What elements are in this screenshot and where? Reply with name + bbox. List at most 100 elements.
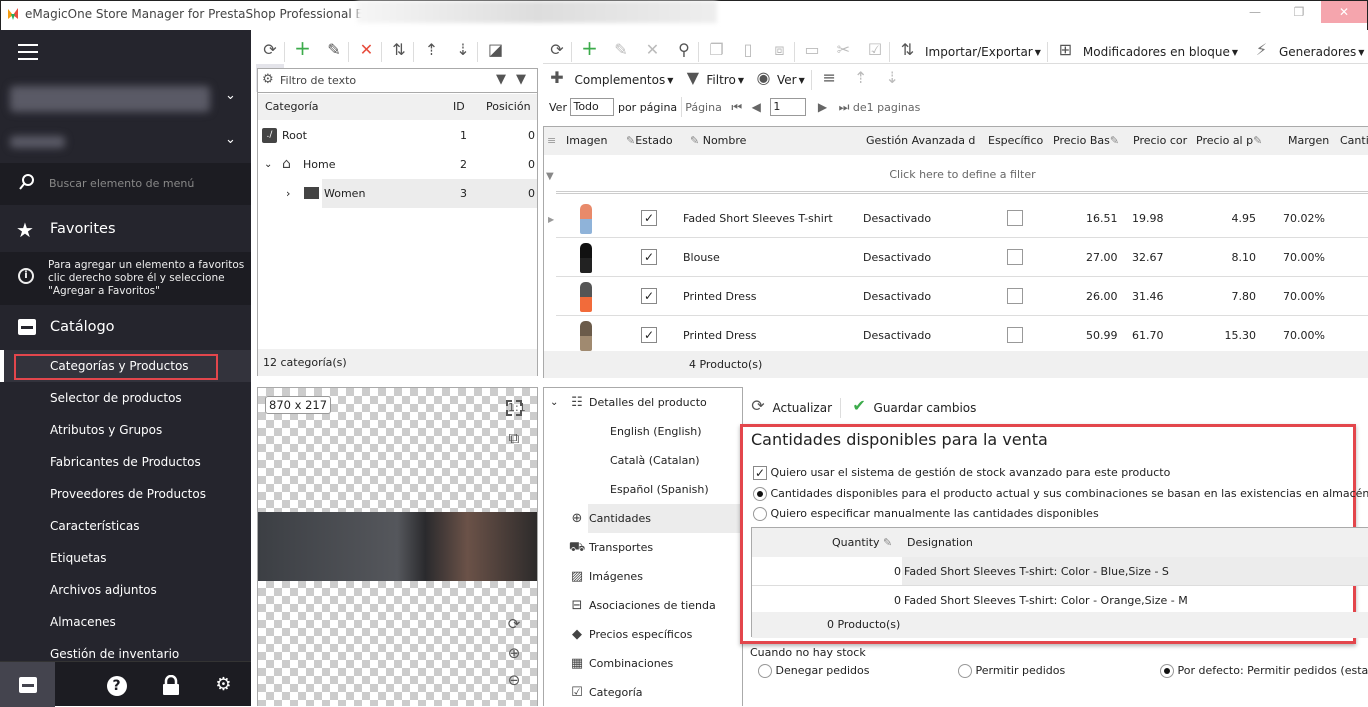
nav-item-fabricantes[interactable]: Fabricantes de Productos xyxy=(0,446,251,478)
sort-icon[interactable]: ⇅ xyxy=(385,36,413,64)
import-export-menu[interactable]: Importar/Exportar xyxy=(925,45,1033,59)
tree-item-transportes[interactable]: ⛟Transportes xyxy=(544,533,742,562)
tree-item-asociaciones[interactable]: ⊟Asociaciones de tienda xyxy=(544,591,742,620)
tree-item-spanish[interactable]: Español (Spanish) xyxy=(544,475,742,504)
first-page-icon[interactable]: ⏮ xyxy=(731,100,742,115)
column-header-precio-con-iva[interactable]: Precio cor xyxy=(1133,127,1187,155)
last-page-icon[interactable]: ⏭ xyxy=(839,100,850,115)
chevron-down-icon[interactable]: ⌄ xyxy=(264,150,272,179)
tree-item-detalles[interactable]: ⌄ ☷ Detalles del producto xyxy=(544,388,742,417)
apply-filter-icon[interactable]: ▼ xyxy=(496,72,506,87)
rotate-icon[interactable]: ⟳ xyxy=(504,614,524,634)
product-row[interactable]: ✓Printed DressDesactivado26.0031.467.807… xyxy=(556,277,1368,316)
product-row[interactable]: ✓Faded Short Sleeves T-shirtDesactivado1… xyxy=(556,199,1368,238)
lightning-icon[interactable]: ⚡ xyxy=(1247,36,1275,64)
checkbox-checked-icon[interactable]: ✓ xyxy=(753,466,767,480)
refresh-icon[interactable]: ⟳ xyxy=(543,36,571,64)
product-row[interactable]: ✓BlouseDesactivado27.0032.678.1070.00% xyxy=(556,238,1368,277)
category-row-women[interactable]: › Women 3 0 xyxy=(258,179,537,208)
column-header-id[interactable]: ID xyxy=(453,100,465,113)
catalog-tab-icon[interactable] xyxy=(0,662,55,707)
search-icon[interactable]: ⚲ xyxy=(670,36,698,64)
column-header-gestion-avanzada[interactable]: Gestión Avanzada de xyxy=(866,127,976,155)
bulk-modifiers-menu[interactable]: Modificadores en bloque xyxy=(1083,45,1230,59)
duplicate-icon[interactable]: ⧈ xyxy=(766,36,794,64)
quick-edit-icon[interactable]: ◪ xyxy=(482,36,510,64)
status-checkbox[interactable]: ✓ xyxy=(641,249,657,265)
column-header-especifico[interactable]: Específico xyxy=(988,127,1043,155)
option-warehouse-radio[interactable]: Cantidades disponibles para el producto … xyxy=(753,487,1368,501)
tree-item-cantidades[interactable]: ⊕ Cantidades xyxy=(544,504,742,533)
puzzle-icon[interactable]: ✚ xyxy=(543,64,571,92)
close-button[interactable]: ✕ xyxy=(1321,1,1367,23)
quantity-value[interactable]: 0 xyxy=(894,557,901,586)
category-filter-input[interactable]: ⚙ Filtro de texto ▼ ▼ xyxy=(258,69,537,93)
lock-icon[interactable] xyxy=(143,662,198,707)
filter-menu[interactable]: Filtro xyxy=(706,73,735,87)
column-header-quantity[interactable]: Quantity ✎ xyxy=(832,528,892,557)
chevron-down-icon[interactable]: ⌄ xyxy=(550,388,558,417)
column-header-precio-mayor[interactable]: Precio al p✎ xyxy=(1196,127,1262,155)
unassign-icon[interactable]: ✂ xyxy=(830,36,858,64)
maximize-button[interactable]: ❐ xyxy=(1277,1,1321,23)
specific-checkbox[interactable] xyxy=(1007,327,1023,343)
advanced-stock-checkbox[interactable]: ✓ Quiero usar el sistema de gestión de s… xyxy=(753,466,1170,480)
assign-icon[interactable]: ☑ xyxy=(861,36,889,64)
column-header-nombre[interactable]: ✎ Nombre xyxy=(690,127,746,155)
import-export-icon[interactable]: ⇅ xyxy=(894,36,922,64)
generators-menu[interactable]: Generadores xyxy=(1279,45,1356,59)
radio-icon[interactable] xyxy=(753,507,767,521)
column-header-posicion[interactable]: Posición xyxy=(486,100,531,113)
quantity-value[interactable]: 0 xyxy=(894,586,901,615)
actual-size-icon[interactable]: 1:1 xyxy=(506,400,522,416)
catalog-section[interactable]: Catálogo xyxy=(0,306,251,350)
help-icon[interactable]: ? xyxy=(89,662,144,707)
hamburger-menu-icon[interactable] xyxy=(18,44,38,60)
collapse-tree-icon[interactable]: ⇣ xyxy=(449,36,477,64)
nav-item-categorias-productos[interactable]: Categorías y Productos xyxy=(0,350,251,382)
delete-icon[interactable]: ✕ xyxy=(353,36,381,64)
bulk-modifier-icon[interactable]: ⊞ xyxy=(1051,36,1079,64)
expand-icon[interactable]: ⇡ xyxy=(847,64,875,92)
minimize-button[interactable]: — xyxy=(1233,1,1277,23)
chevron-down-icon[interactable]: ⌄ xyxy=(225,88,236,103)
expand-tree-icon[interactable]: ⇡ xyxy=(418,36,446,64)
page-input[interactable]: 1 xyxy=(770,98,806,116)
product-thumbnail[interactable] xyxy=(580,282,592,312)
blurred-language-selector[interactable] xyxy=(10,136,65,148)
product-thumbnail[interactable] xyxy=(580,204,592,234)
nav-item-caracteristicas[interactable]: Características xyxy=(0,510,251,542)
radio-selected-icon[interactable] xyxy=(1160,664,1174,678)
status-checkbox[interactable]: ✓ xyxy=(641,210,657,226)
nav-item-etiquetas[interactable]: Etiquetas xyxy=(0,542,251,574)
blurred-store-selector[interactable] xyxy=(10,86,210,112)
copy-icon[interactable]: ❐ xyxy=(703,36,731,64)
tree-item-imagenes[interactable]: ▨Imágenes xyxy=(544,562,742,591)
chevron-right-icon[interactable]: › xyxy=(286,179,290,208)
radio-icon[interactable] xyxy=(958,664,972,678)
radio-icon[interactable] xyxy=(758,664,772,678)
per-page-select[interactable]: Todo xyxy=(570,98,614,116)
specific-checkbox[interactable] xyxy=(1007,249,1023,265)
tree-item-catalan[interactable]: Català (Catalan) xyxy=(544,446,742,475)
view-icon[interactable]: ◉ xyxy=(753,64,773,92)
column-header-estado[interactable]: ✎Estado xyxy=(626,127,673,155)
radio-selected-icon[interactable] xyxy=(753,487,767,501)
addons-menu[interactable]: Complementos xyxy=(575,73,666,87)
tree-item-categoria[interactable]: ☑Categoría xyxy=(544,678,742,707)
paste-icon[interactable]: ▯ xyxy=(734,36,762,64)
category-row-root[interactable]: ./ Root 1 0 xyxy=(258,121,537,150)
edit-pencil-icon[interactable]: ✎ xyxy=(607,36,635,64)
add-icon[interactable]: + xyxy=(576,34,604,62)
add-icon[interactable]: + xyxy=(289,34,317,62)
column-header-designation[interactable]: Designation xyxy=(907,528,973,557)
deny-orders-radio[interactable]: Denegar pedidos xyxy=(758,664,869,678)
refresh-icon[interactable]: ⟳ xyxy=(256,36,284,64)
next-page-icon[interactable]: ▶ xyxy=(818,100,827,114)
save-changes-button[interactable]: Guardar cambios xyxy=(874,401,977,415)
option-manual-radio[interactable]: Quiero especificar manualmente las canti… xyxy=(753,507,1099,521)
column-chooser-icon[interactable]: ≡ xyxy=(547,127,556,155)
edit-pencil-icon[interactable]: ✎ xyxy=(320,36,348,64)
favorites-section[interactable]: ★ Favorites xyxy=(0,208,251,252)
tree-item-precios-especificos[interactable]: ◆Precios específicos xyxy=(544,620,742,649)
